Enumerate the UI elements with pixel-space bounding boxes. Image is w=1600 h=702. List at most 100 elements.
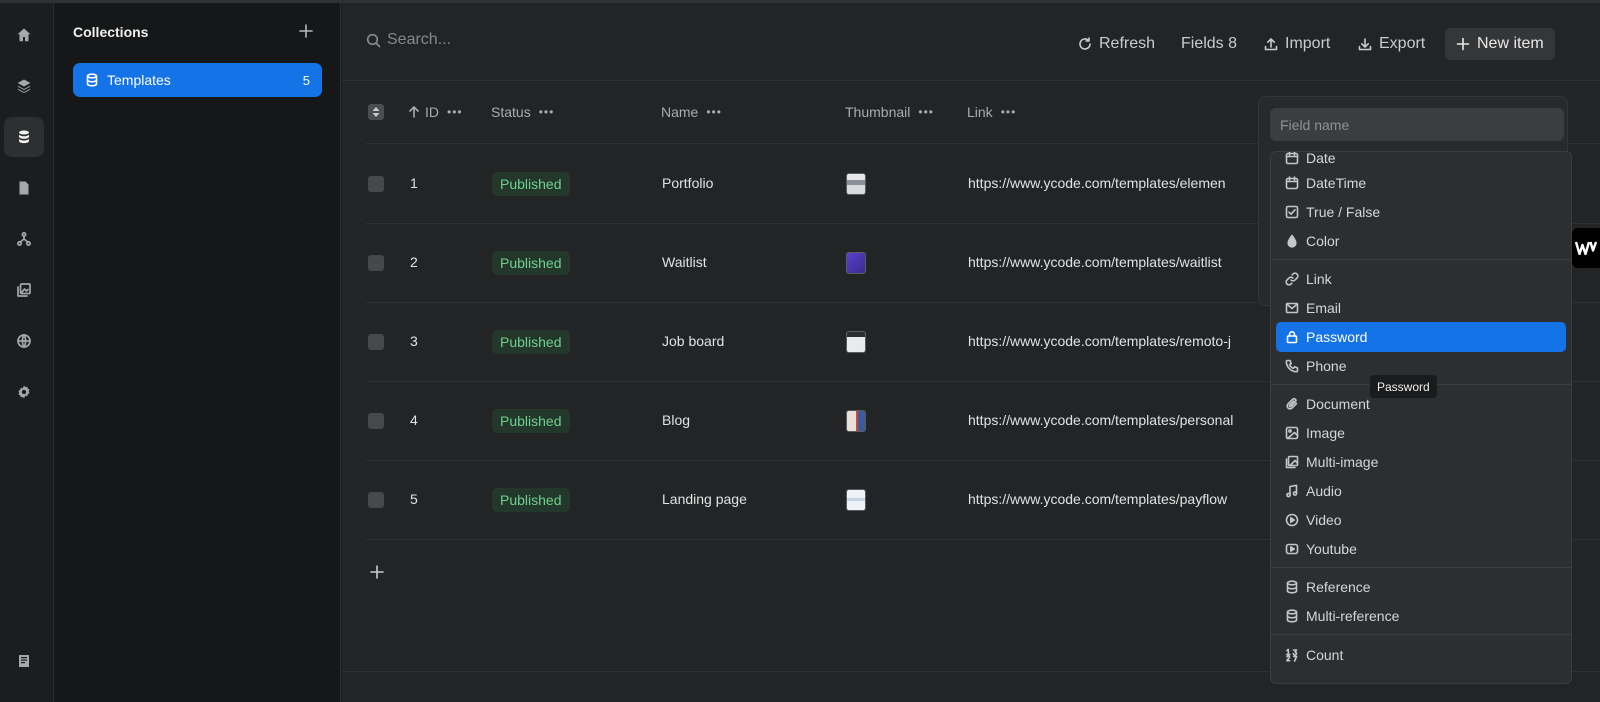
select-all-toggle[interactable] bbox=[368, 104, 384, 120]
row-id: 1 bbox=[410, 175, 418, 191]
calendar-icon bbox=[1285, 176, 1299, 190]
field-type-video[interactable]: Video bbox=[1276, 505, 1566, 535]
export-label: Export bbox=[1379, 35, 1426, 52]
field-type-password[interactable]: Password bbox=[1276, 322, 1566, 352]
images-icon bbox=[1285, 455, 1299, 469]
new-item-button[interactable]: New item bbox=[1445, 28, 1555, 60]
database-icon bbox=[1285, 609, 1299, 623]
field-type-label: Phone bbox=[1306, 358, 1347, 374]
pages-nav-button[interactable] bbox=[4, 168, 44, 208]
brand-logo-badge[interactable] bbox=[1572, 228, 1600, 268]
field-type-menu: Date DateTime True / False Color Link Em… bbox=[1270, 151, 1572, 684]
status-badge: Published bbox=[492, 172, 570, 196]
layers-nav-button[interactable] bbox=[4, 66, 44, 106]
docs-nav-button[interactable] bbox=[4, 641, 44, 681]
phone-icon bbox=[1285, 359, 1299, 373]
gear-icon bbox=[18, 385, 30, 399]
search-input[interactable] bbox=[387, 31, 587, 49]
music-note-icon bbox=[1285, 484, 1299, 498]
row-id: 3 bbox=[410, 333, 418, 349]
layers-icon bbox=[17, 79, 31, 93]
field-type-image[interactable]: Image bbox=[1276, 418, 1566, 448]
row-checkbox[interactable] bbox=[368, 176, 384, 192]
column-menu-icon[interactable]: ••• bbox=[539, 105, 555, 119]
column-menu-icon[interactable]: ••• bbox=[918, 105, 934, 119]
column-header-name[interactable]: Name ••• bbox=[661, 104, 722, 120]
status-badge: Published bbox=[492, 488, 570, 512]
row-checkbox[interactable] bbox=[368, 334, 384, 350]
column-header-label: Thumbnail bbox=[845, 104, 911, 120]
field-type-label: Image bbox=[1306, 425, 1345, 441]
add-row-button[interactable] bbox=[370, 565, 384, 579]
field-type-datetime[interactable]: DateTime bbox=[1276, 168, 1566, 198]
field-type-label: Document bbox=[1306, 396, 1370, 412]
download-icon bbox=[1358, 38, 1372, 51]
field-type-reference[interactable]: Reference bbox=[1276, 572, 1566, 602]
column-header-link[interactable]: Link ••• bbox=[967, 104, 1016, 120]
new-item-label: New item bbox=[1477, 35, 1544, 52]
upload-icon bbox=[1264, 38, 1278, 51]
menu-separator bbox=[1271, 634, 1571, 635]
collection-item-count: 5 bbox=[302, 72, 310, 88]
youtube-icon bbox=[1285, 542, 1299, 556]
gallery-icon bbox=[17, 283, 31, 297]
row-name: Job board bbox=[662, 333, 725, 349]
sort-icon bbox=[372, 107, 380, 117]
field-type-multi-image[interactable]: Multi-image bbox=[1276, 447, 1566, 477]
import-button[interactable]: Import bbox=[1264, 28, 1330, 60]
search-icon bbox=[366, 33, 381, 47]
field-name-input[interactable] bbox=[1270, 108, 1564, 141]
refresh-button[interactable]: Refresh bbox=[1078, 28, 1155, 60]
database-icon bbox=[1285, 580, 1299, 594]
sitemap-nav-button[interactable] bbox=[4, 219, 44, 259]
column-header-id[interactable]: ID ••• bbox=[408, 104, 463, 120]
field-type-label: Reference bbox=[1306, 579, 1371, 595]
import-label: Import bbox=[1285, 35, 1331, 52]
column-header-thumbnail[interactable]: Thumbnail ••• bbox=[845, 104, 934, 120]
menu-separator bbox=[1271, 259, 1571, 260]
row-name: Landing page bbox=[662, 491, 747, 507]
field-type-true-false[interactable]: True / False bbox=[1276, 197, 1566, 227]
localization-nav-button[interactable] bbox=[4, 321, 44, 361]
field-type-label: DateTime bbox=[1306, 175, 1367, 191]
add-collection-button[interactable] bbox=[296, 21, 316, 41]
collection-item-templates[interactable]: Templates 5 bbox=[73, 63, 322, 97]
field-type-label: Email bbox=[1306, 300, 1342, 316]
plus-icon bbox=[1456, 37, 1470, 51]
thumbnail-image bbox=[846, 489, 866, 511]
column-menu-icon[interactable]: ••• bbox=[1001, 105, 1017, 119]
column-header-label: ID bbox=[425, 104, 439, 120]
calendar-icon bbox=[1285, 152, 1299, 165]
arrow-up-icon bbox=[409, 106, 419, 118]
column-menu-icon[interactable]: ••• bbox=[706, 105, 722, 119]
droplet-icon bbox=[1285, 234, 1299, 248]
field-type-multi-reference[interactable]: Multi-reference bbox=[1276, 601, 1566, 631]
row-checkbox[interactable] bbox=[368, 413, 384, 429]
w-logo-icon bbox=[1575, 241, 1597, 255]
link-icon bbox=[1285, 272, 1299, 286]
row-checkbox[interactable] bbox=[368, 255, 384, 271]
globe-icon bbox=[17, 334, 31, 348]
home-nav-button[interactable] bbox=[4, 15, 44, 55]
row-link: https://www.ycode.com/templates/elemen bbox=[968, 175, 1226, 191]
field-type-link[interactable]: Link bbox=[1276, 264, 1566, 294]
cms-nav-button[interactable] bbox=[4, 117, 44, 157]
field-type-count[interactable]: Count bbox=[1276, 640, 1566, 670]
field-type-label: Multi-reference bbox=[1306, 608, 1400, 624]
field-type-color[interactable]: Color bbox=[1276, 226, 1566, 256]
row-checkbox[interactable] bbox=[368, 492, 384, 508]
settings-nav-button[interactable] bbox=[4, 372, 44, 412]
column-header-label: Name bbox=[661, 104, 699, 120]
field-type-label: True / False bbox=[1306, 204, 1381, 220]
column-header-status[interactable]: Status ••• bbox=[491, 104, 554, 120]
field-type-audio[interactable]: Audio bbox=[1276, 476, 1566, 506]
export-button[interactable]: Export bbox=[1358, 28, 1425, 60]
column-header-label: Link bbox=[967, 104, 993, 120]
row-id: 4 bbox=[410, 412, 418, 428]
field-type-email[interactable]: Email bbox=[1276, 293, 1566, 323]
column-menu-icon[interactable]: ••• bbox=[447, 105, 463, 119]
fields-button[interactable]: Fields 8 bbox=[1181, 28, 1237, 60]
assets-nav-button[interactable] bbox=[4, 270, 44, 310]
status-badge: Published bbox=[492, 251, 570, 275]
field-type-youtube[interactable]: Youtube bbox=[1276, 534, 1566, 564]
